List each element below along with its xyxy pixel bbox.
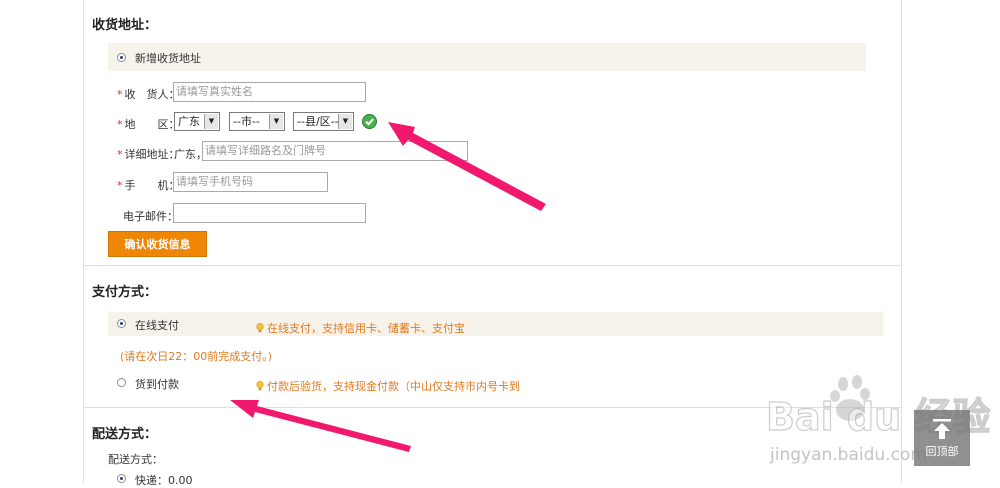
receiver-label: * 收 货人： — [117, 88, 180, 101]
watermark-url: jingyan.baidu.com — [769, 445, 927, 465]
delivery-method-label: 配送方式： — [108, 453, 163, 466]
required-mark: * — [117, 88, 123, 101]
cod-payment-tip: 付款后验货，支持现金付款（中山仅支持市内号卡到 — [256, 378, 520, 394]
required-mark: * — [117, 148, 123, 161]
check-icon — [362, 114, 377, 129]
payment-deadline-note: (请在次日22：00前完成支付。) — [120, 350, 273, 363]
region-label: * 地 区： — [117, 118, 180, 131]
online-payment-label: 在线支付 — [135, 319, 179, 332]
new-address-radio[interactable] — [117, 53, 126, 62]
new-address-label: 新增收货地址 — [135, 52, 201, 65]
county-select[interactable]: --县/区-- ▼ — [293, 112, 354, 131]
back-to-top-label: 回顶部 — [925, 445, 959, 458]
cod-payment-label: 货到付款 — [135, 378, 179, 391]
detail-address-input[interactable]: 请填写详细路名及门牌号 — [202, 141, 468, 161]
section-divider — [83, 265, 901, 266]
chevron-down-icon: ▼ — [338, 114, 352, 129]
lightbulb-icon — [256, 381, 264, 391]
required-mark: * — [117, 179, 123, 192]
province-select[interactable]: 广东 ▼ — [174, 112, 220, 131]
online-payment-tip: 在线支付，支持信用卡、储蓄卡、支付宝 — [256, 320, 465, 336]
email-label: 电子邮件： — [123, 210, 178, 223]
payment-section-title: 支付方式： — [92, 285, 158, 300]
arrow-up-icon — [933, 419, 951, 439]
mobile-input[interactable]: 请填写手机号码 — [173, 172, 328, 192]
online-payment-radio[interactable] — [117, 319, 126, 328]
new-address-band — [108, 43, 866, 71]
city-select[interactable]: --市-- ▼ — [229, 112, 285, 131]
chevron-down-icon: ▼ — [204, 114, 218, 129]
confirm-address-button[interactable]: 确认收货信息 — [108, 231, 207, 257]
express-label: 快递：0.00 — [135, 474, 193, 487]
online-payment-band — [108, 312, 883, 336]
email-input[interactable] — [173, 203, 366, 223]
back-to-top-button[interactable]: 回顶部 — [914, 410, 970, 466]
receiver-input[interactable]: 请填写真实姓名 — [173, 82, 366, 102]
mobile-label: * 手 机： — [117, 179, 180, 192]
delivery-section-title: 配送方式： — [92, 427, 158, 442]
required-mark: * — [117, 118, 123, 131]
express-radio[interactable] — [117, 474, 126, 483]
cod-payment-radio[interactable] — [117, 378, 126, 387]
address-section-title: 收货地址： — [92, 18, 158, 33]
chevron-down-icon: ▼ — [269, 114, 283, 129]
detail-address-label: * 详细地址： — [117, 148, 180, 161]
lightbulb-icon — [256, 323, 264, 333]
